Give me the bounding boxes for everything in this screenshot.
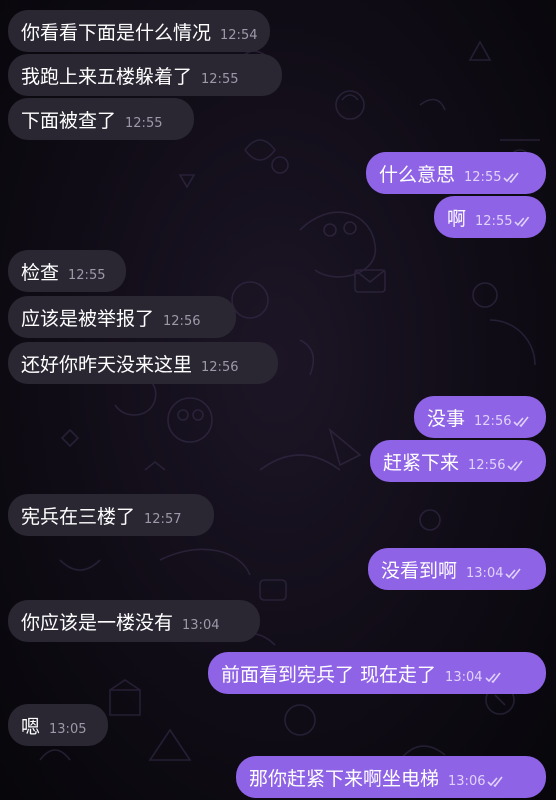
- message-time: 12:56: [163, 313, 201, 329]
- message-bubble-incoming[interactable]: 应该是被举报了 12:56: [8, 296, 236, 338]
- message-bubble-outgoing[interactable]: 没看到啊 13:04: [368, 548, 546, 590]
- message-time: 12:56: [474, 413, 512, 429]
- double-check-icon: [484, 672, 501, 683]
- message-time: 13:04: [182, 617, 220, 633]
- message-text: 你应该是一楼没有: [21, 611, 174, 634]
- message-time: 12:57: [144, 511, 182, 527]
- message-bubble-outgoing[interactable]: 没事 12:56: [414, 396, 546, 438]
- message-bubble-outgoing[interactable]: 前面看到宪兵了 现在走了 13:04: [208, 652, 546, 694]
- message-bubble-incoming[interactable]: 宪兵在三楼了 12:57: [8, 494, 214, 536]
- message-text: 没看到啊: [381, 559, 458, 582]
- chat-message-list[interactable]: 你看看下面是什么情况 12:54 我跑上来五楼躲着了 12:55 下面被查了 1…: [0, 0, 556, 800]
- message-bubble-incoming[interactable]: 下面被查了 12:55: [8, 98, 194, 140]
- message-text: 下面被查了: [21, 109, 117, 132]
- message-text: 什么意思: [379, 163, 456, 186]
- message-time: 12:55: [68, 267, 106, 283]
- message-bubble-outgoing[interactable]: 啊 12:55: [434, 196, 546, 238]
- message-text: 你看看下面是什么情况: [21, 21, 212, 44]
- message-time: 12:54: [220, 27, 258, 43]
- double-check-icon: [514, 216, 530, 227]
- message-time: 13:04: [445, 669, 483, 685]
- message-text: 宪兵在三楼了: [21, 505, 136, 528]
- message-text: 赶紧下来: [383, 451, 460, 474]
- message-time: 12:55: [201, 71, 239, 87]
- message-time: 13:04: [466, 565, 504, 581]
- message-text: 前面看到宪兵了 现在走了: [221, 663, 437, 686]
- message-time: 12:55: [464, 169, 502, 185]
- message-text: 那你赶紧下来啊坐电梯: [249, 767, 440, 790]
- double-check-icon: [503, 172, 520, 183]
- message-bubble-incoming[interactable]: 嗯 13:05: [8, 704, 108, 746]
- double-check-icon: [505, 568, 522, 579]
- double-check-icon: [487, 776, 504, 787]
- message-bubble-incoming[interactable]: 你应该是一楼没有 13:04: [8, 600, 260, 642]
- double-check-icon: [513, 416, 530, 427]
- message-bubble-incoming[interactable]: 我跑上来五楼躲着了 12:55: [8, 54, 282, 96]
- message-text: 嗯: [21, 715, 41, 738]
- message-bubble-incoming[interactable]: 还好你昨天没来这里 12:56: [8, 342, 278, 384]
- message-time: 12:55: [475, 213, 513, 229]
- message-time: 12:56: [201, 359, 239, 375]
- message-text: 检查: [21, 261, 60, 284]
- double-check-icon: [507, 460, 524, 471]
- message-time: 13:06: [448, 773, 486, 789]
- message-text: 还好你昨天没来这里: [21, 353, 193, 376]
- message-text: 我跑上来五楼躲着了: [21, 65, 193, 88]
- message-bubble-outgoing[interactable]: 什么意思 12:55: [366, 152, 546, 194]
- message-bubble-incoming[interactable]: 你看看下面是什么情况 12:54: [8, 10, 270, 52]
- message-text: 啊: [447, 207, 467, 230]
- message-time: 13:05: [49, 721, 87, 737]
- message-time: 12:55: [125, 115, 163, 131]
- message-bubble-outgoing[interactable]: 赶紧下来 12:56: [370, 440, 546, 482]
- message-time: 12:56: [468, 457, 506, 473]
- message-text: 没事: [427, 407, 466, 430]
- message-bubble-outgoing[interactable]: 那你赶紧下来啊坐电梯 13:06: [236, 756, 546, 798]
- message-bubble-incoming[interactable]: 检查 12:55: [8, 250, 126, 292]
- message-text: 应该是被举报了: [21, 307, 155, 330]
